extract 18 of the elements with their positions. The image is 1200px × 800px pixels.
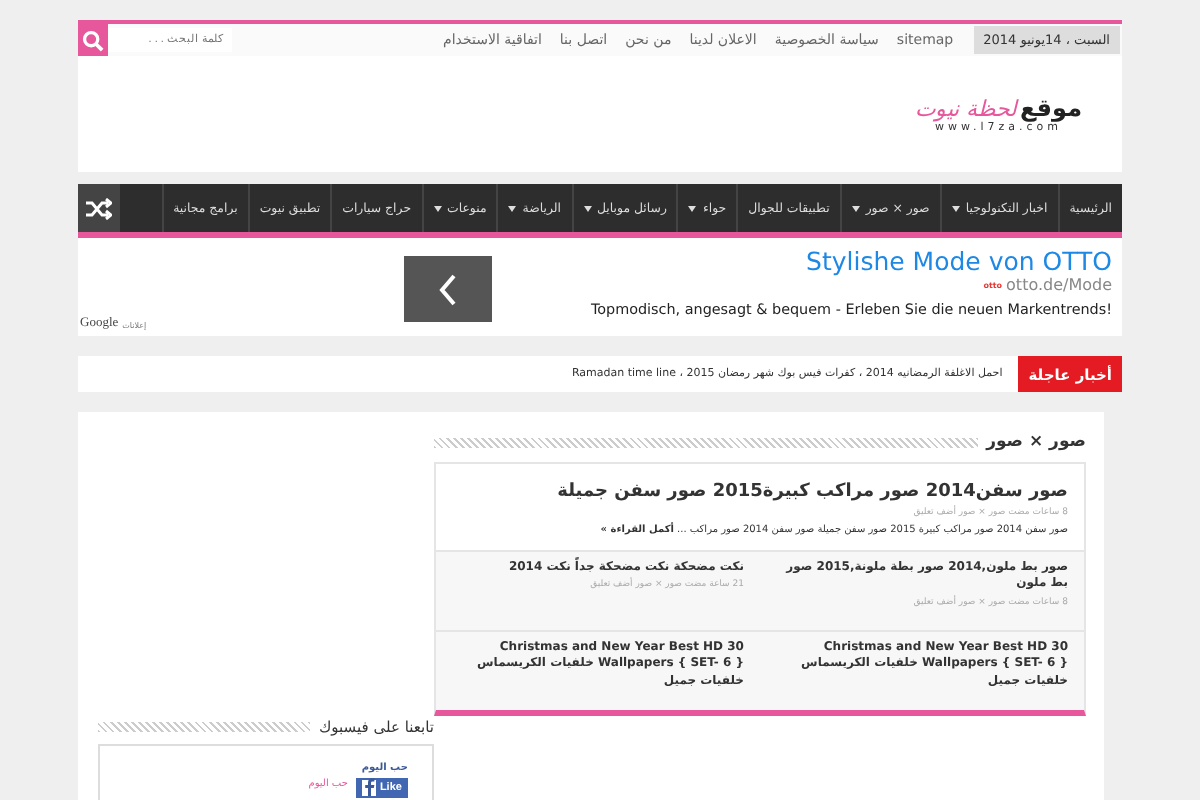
shuffle-button[interactable] — [78, 184, 120, 232]
shuffle-icon — [86, 197, 112, 219]
caret-icon — [508, 205, 517, 211]
logo-script: لحظة نيوت — [914, 96, 1016, 122]
ad-url: otto.de/Mode — [1006, 276, 1112, 294]
section-title: صور × صور — [986, 432, 1086, 452]
logo-word: موقع — [1019, 94, 1082, 122]
caret-icon — [951, 205, 960, 211]
caret-icon — [688, 205, 697, 211]
caret-icon — [433, 205, 442, 211]
post-title[interactable]: صور سفن2014 صور مراكب كبيرة2015 صور سفن جميلة — [451, 482, 1068, 502]
search-icon — [82, 29, 104, 51]
search-button[interactable] — [78, 24, 108, 56]
chevron-icon — [436, 271, 460, 307]
caret-icon — [851, 205, 860, 211]
ad-title[interactable]: Stylishe Mode von OTTO — [806, 246, 1112, 276]
next-button[interactable] — [404, 256, 492, 322]
caret-icon — [583, 205, 591, 211]
